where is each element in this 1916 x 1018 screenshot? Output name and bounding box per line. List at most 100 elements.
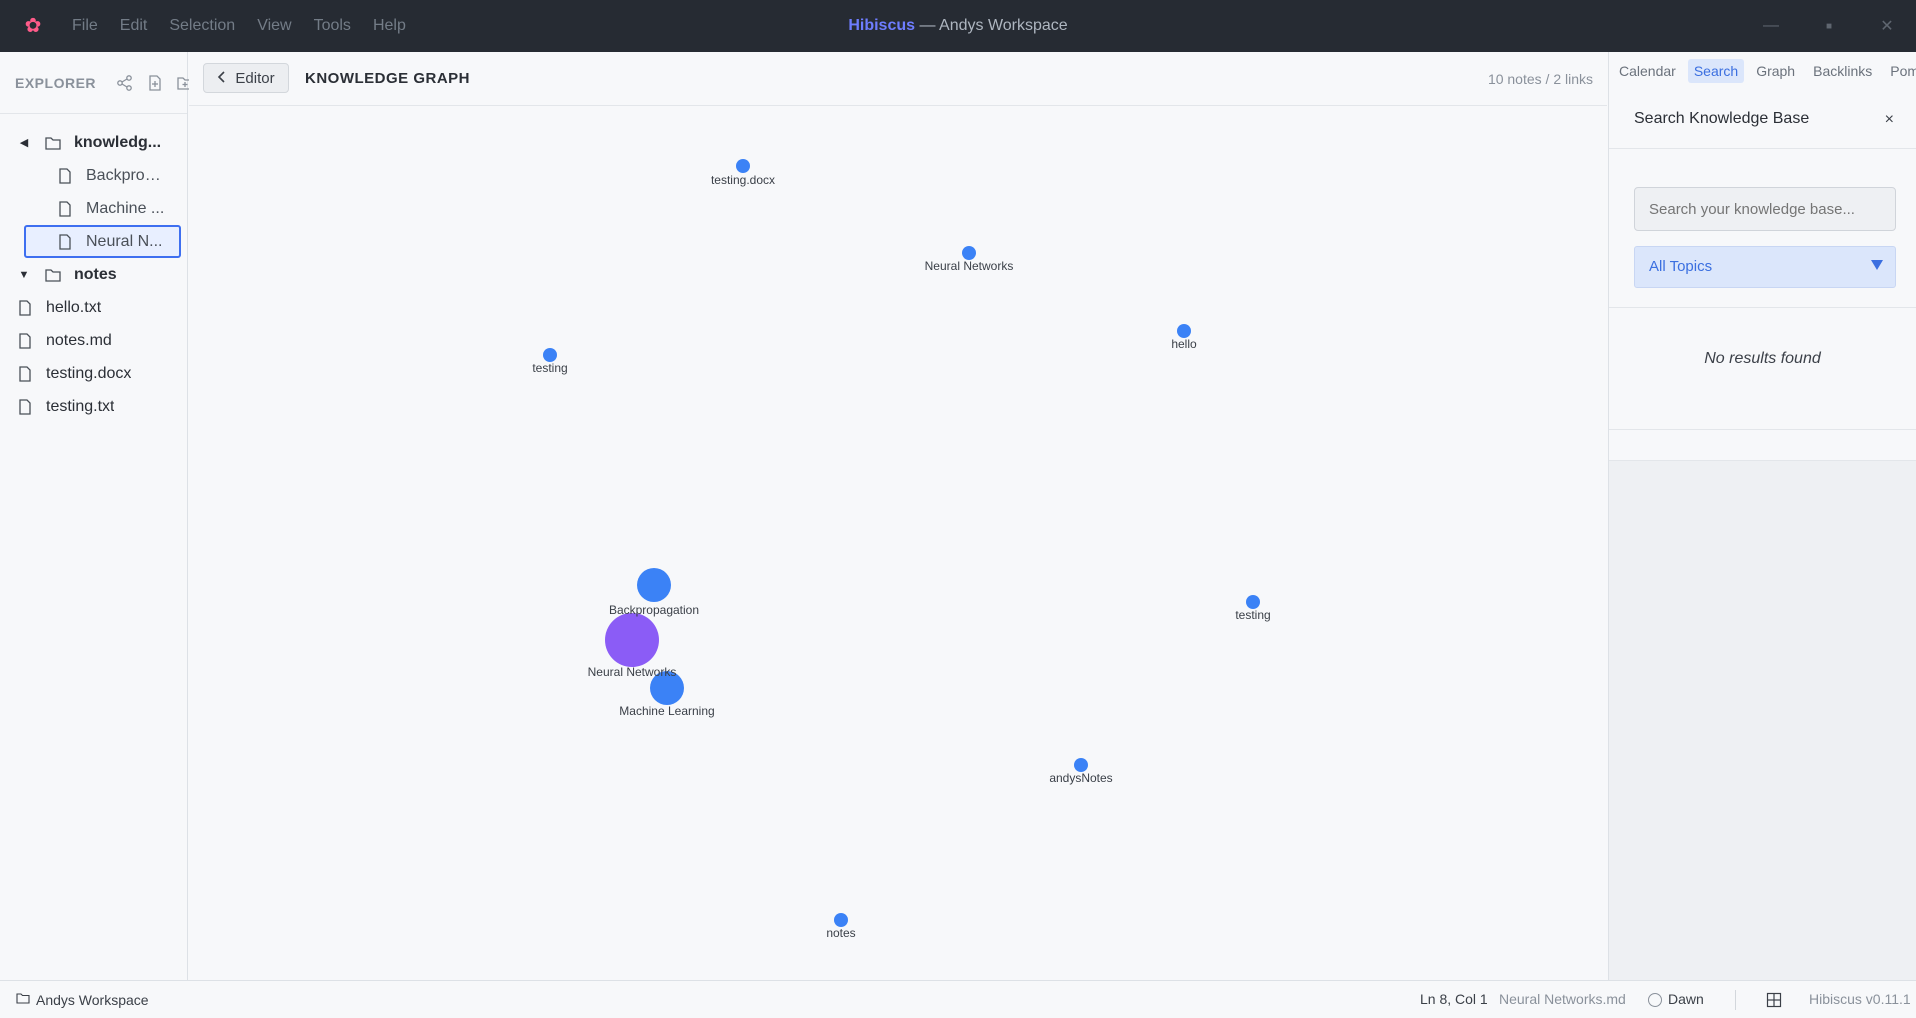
menu-selection[interactable]: Selection [169,17,235,35]
tree-item-label: notes.md [46,331,112,349]
file-tree: ◀ knowledg... Backprop... Machine ... Neural… [0,114,187,423]
graph-header: Editor KNOWLEDGE GRAPH 10 notes / 2 link… [189,52,1607,106]
tree-file[interactable]: notes.md [0,324,187,357]
chevron-left-icon[interactable]: ◀ [16,136,32,149]
search-input[interactable] [1634,187,1896,231]
status-workspace-label: Andys Workspace [36,991,149,1008]
minimize-button[interactable]: — [1742,0,1800,52]
graph-svg[interactable]: testing.docx Neural Networks hello testing B… [189,107,1607,980]
graph-node[interactable] [1246,595,1260,609]
tree-item-label: Machine ... [86,199,165,217]
topic-select[interactable]: All Topics [1634,246,1896,288]
no-results-message: No results found [1704,350,1821,367]
tree-file[interactable]: testing.docx [0,357,187,390]
graph-node-label: Backpropagation [609,603,699,617]
dropdown-arrow-icon [1871,260,1883,270]
editor-button-label: Editor [235,69,275,87]
tree-item-label: knowledg... [74,133,162,151]
folder-icon [44,134,62,152]
graph-node[interactable] [637,568,671,602]
tree-item-label: testing.docx [46,364,132,382]
tab-pomo[interactable]: Pomo [1884,59,1916,83]
graph-node-label: Neural Networks [588,665,677,679]
cursor-position[interactable]: Ln 8, Col 1 [1420,981,1488,1018]
tab-backlinks[interactable]: Backlinks [1807,59,1878,83]
workspace-name: — Andys Workspace [915,17,1068,34]
menu-view[interactable]: View [257,17,291,35]
current-file: Neural Networks.md [1499,991,1626,1007]
file-icon [56,167,74,185]
graph-stats: 10 notes / 2 links [1487,71,1593,87]
graph-node-active[interactable] [605,613,659,667]
graph-node-label: Neural Networks [925,259,1014,273]
graph-node-label: hello [1171,337,1197,351]
graph-node[interactable] [1074,758,1088,772]
tree-file[interactable]: testing.txt [0,390,187,423]
knowledge-graph-canvas[interactable]: testing.docx Neural Networks hello testing B… [189,107,1607,980]
graph-title: KNOWLEDGE GRAPH [305,70,470,87]
file-icon [16,299,34,317]
status-bar: Andys Workspace Ln 8, Col 1 Neural Netwo… [0,980,1916,1017]
divider [1609,429,1916,430]
right-panel-tabs: CalendarSearchGraphBacklinksPomo [1609,52,1916,89]
graph-node-label: andysNotes [1049,771,1112,785]
graph-node-label: Machine Learning [619,704,714,718]
divider [1609,307,1916,308]
tree-item-label: hello.txt [46,298,102,316]
graph-node[interactable] [543,348,557,362]
tree-file[interactable]: Neural N... [24,225,181,258]
title-bar: ✿ File Edit Selection View Tools Help Hi… [0,0,1916,52]
tree-item-label: testing.txt [46,397,115,415]
maximize-button[interactable]: ■ [1800,0,1858,52]
tree-item-label: notes [74,265,117,283]
graph-node[interactable] [834,913,848,927]
new-file-icon[interactable] [146,73,164,93]
topic-select-value: All Topics [1649,258,1713,275]
window-controls: — ■ ✕ [1742,0,1916,52]
graph-node[interactable] [736,159,750,173]
close-search-button[interactable]: × [1885,111,1894,129]
graph-node[interactable] [962,246,976,260]
file-icon [16,398,34,416]
explorer-label: EXPLORER [15,74,97,91]
status-workspace[interactable]: Andys Workspace [16,981,149,1018]
tree-folder[interactable]: ▼ notes [0,258,187,291]
graph-node-label: testing.docx [711,173,775,187]
chevron-down-icon[interactable]: ▼ [16,269,32,281]
file-icon [16,365,34,383]
close-window-button[interactable]: ✕ [1858,0,1916,52]
share-icon[interactable] [116,73,134,93]
file-icon [56,233,74,251]
tab-graph[interactable]: Graph [1750,59,1801,83]
hibiscus-logo-icon: ✿ [24,15,42,37]
search-panel-header: Search Knowledge Base × [1609,89,1916,149]
tree-file[interactable]: Machine ... [0,192,187,225]
back-to-editor-button[interactable]: Editor [203,63,289,93]
folder-icon [16,991,30,1008]
layout-grid-icon[interactable] [1766,981,1782,1018]
tree-file[interactable]: hello.txt [0,291,187,324]
theme-name: Dawn [1668,991,1704,1007]
app-brand: Hibiscus [848,17,916,34]
app-version: Hibiscus v0.11.1 [1809,991,1911,1007]
status-divider [1735,990,1736,1010]
graph-node-label: notes [826,926,855,940]
tab-calendar[interactable]: Calendar [1613,59,1682,83]
explorer-panel: EXPLORER ◀ knowledg... Backprop... Machine … [0,52,193,980]
menu-help[interactable]: Help [373,17,406,35]
menu-bar: File Edit Selection View Tools Help [72,0,428,52]
search-panel-title: Search Knowledge Base [1634,110,1810,127]
search-panel: Search Knowledge Base × All Topics No re… [1609,89,1916,461]
right-panel: CalendarSearchGraphBacklinksPomo Search … [1608,52,1916,980]
menu-tools[interactable]: Tools [314,17,351,35]
menu-edit[interactable]: Edit [120,17,148,35]
explorer-header: EXPLORER [0,52,193,114]
tree-folder[interactable]: ◀ knowledg... [0,126,187,159]
menu-file[interactable]: File [72,17,98,35]
tree-file[interactable]: Backprop... [0,159,187,192]
tree-item-label: Neural N... [86,232,163,250]
theme-toggle[interactable]: Dawn [1648,981,1704,1018]
theme-radio-icon [1648,993,1662,1008]
tab-search[interactable]: Search [1687,58,1745,83]
graph-node[interactable] [1177,324,1191,338]
